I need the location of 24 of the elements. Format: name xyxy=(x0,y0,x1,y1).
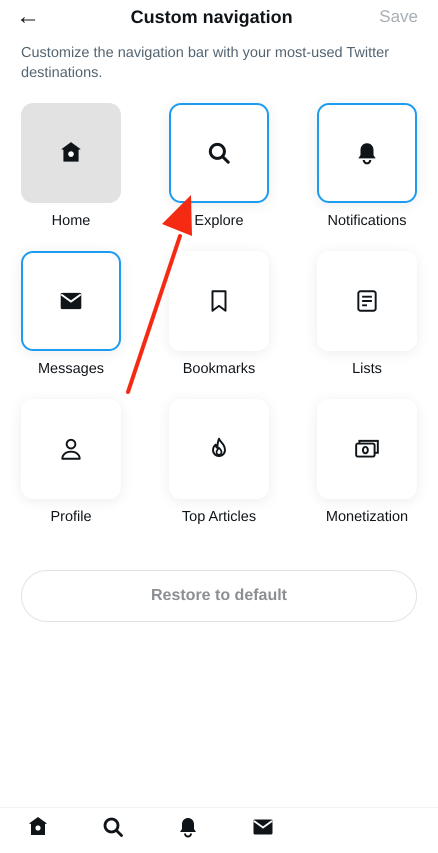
destination-tile[interactable] xyxy=(317,398,417,499)
destination-tile[interactable] xyxy=(317,250,417,351)
destination-label: Notifications xyxy=(328,212,406,232)
destination-tile[interactable] xyxy=(169,250,269,351)
destination-tile[interactable] xyxy=(169,398,269,499)
destination-tile[interactable] xyxy=(21,398,121,499)
description-text: Customize the navigation bar with your most-used Twitter destinations. xyxy=(21,44,390,83)
destination-tile[interactable] xyxy=(169,103,269,204)
destination-label: Top Articles xyxy=(182,508,256,527)
destination-label: Explore xyxy=(194,212,244,232)
destination-label: Monetization xyxy=(326,508,408,527)
search-icon[interactable] xyxy=(101,814,125,838)
destination-tile[interactable] xyxy=(21,250,121,351)
back-button[interactable]: ← xyxy=(12,5,44,29)
destination-label: Lists xyxy=(352,360,382,379)
restore-default-button[interactable]: Restore to default xyxy=(21,570,417,622)
destination-tile[interactable] xyxy=(317,103,417,204)
destination-label: Bookmarks xyxy=(182,360,256,379)
destination-tile[interactable] xyxy=(21,103,121,204)
destination-label: Profile xyxy=(50,508,92,527)
destination-label: Messages xyxy=(38,360,104,379)
page-title: Custom navigation xyxy=(130,6,293,29)
destination-label: Home xyxy=(52,212,90,232)
search-icon xyxy=(206,140,232,166)
